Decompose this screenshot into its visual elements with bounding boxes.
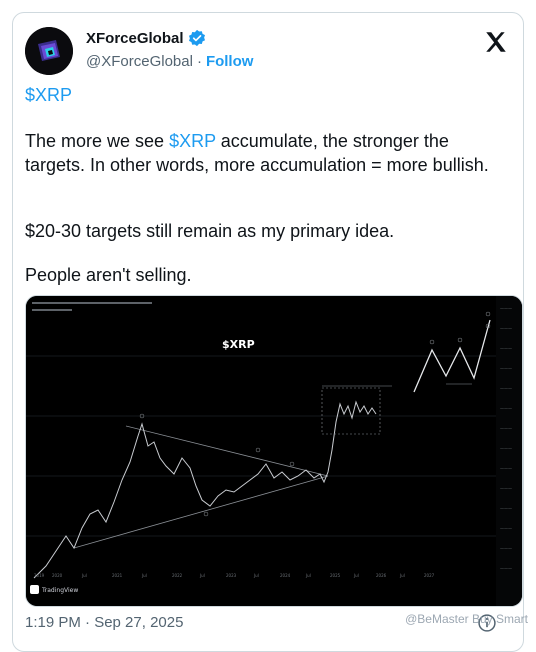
svg-text:2021: 2021 bbox=[112, 573, 123, 578]
chart-image[interactable]: ——— ——— ——— ——— ——— ——— ——— ——— ——— ——— ——— ——— … bbox=[25, 295, 523, 607]
svg-text:———: ——— bbox=[500, 506, 512, 511]
svg-text:Jul: Jul bbox=[141, 573, 147, 578]
post-paragraph-3: People aren't selling. bbox=[25, 265, 192, 285]
svg-text:———: ——— bbox=[500, 446, 512, 451]
svg-text:Jul: Jul bbox=[305, 573, 311, 578]
svg-text:———: ——— bbox=[500, 426, 512, 431]
tweet-header: XForceGlobal @XForceGlobal · Follow bbox=[25, 27, 515, 77]
post-paragraph-2: $20-30 targets still remain as my primar… bbox=[25, 221, 395, 241]
author-display-name[interactable]: XForceGlobal bbox=[86, 30, 184, 47]
svg-text:2020: 2020 bbox=[52, 573, 63, 578]
svg-text:———: ——— bbox=[500, 566, 512, 571]
cashtag-link[interactable]: $XRP bbox=[169, 131, 216, 151]
post-text-segment: The more we see bbox=[25, 131, 170, 151]
svg-text:———: ——— bbox=[500, 346, 512, 351]
tradingview-logo-icon: TradingView bbox=[30, 585, 78, 594]
svg-text:———: ——— bbox=[500, 546, 512, 551]
overlay-watermark: @BeMaster Buy Smart bbox=[405, 612, 528, 626]
svg-text:———: ——— bbox=[500, 466, 512, 471]
author-handle[interactable]: @XForceGlobal bbox=[86, 53, 193, 70]
svg-text:———: ——— bbox=[500, 526, 512, 531]
svg-text:Jul: Jul bbox=[353, 573, 359, 578]
post-cashtag-line: $XRP bbox=[25, 83, 511, 107]
svg-text:Jul: Jul bbox=[199, 573, 205, 578]
handle-separator: · bbox=[196, 53, 202, 70]
svg-text:2022: 2022 bbox=[172, 573, 183, 578]
post-timestamp[interactable]: 1:19 PM · Sep 27, 2025 bbox=[25, 614, 183, 631]
cashtag-link[interactable]: $XRP bbox=[25, 85, 72, 105]
svg-text:Jul: Jul bbox=[399, 573, 405, 578]
svg-text:2023: 2023 bbox=[226, 573, 237, 578]
svg-text:2025: 2025 bbox=[330, 573, 341, 578]
x-logo-icon[interactable] bbox=[483, 29, 509, 55]
verified-badge-icon bbox=[188, 29, 205, 47]
svg-text:———: ——— bbox=[500, 366, 512, 371]
xforce-logo-icon bbox=[25, 27, 73, 75]
svg-text:2024: 2024 bbox=[280, 573, 291, 578]
svg-text:TradingView: TradingView bbox=[41, 587, 78, 594]
svg-text:Jul: Jul bbox=[253, 573, 259, 578]
svg-text:———: ——— bbox=[500, 386, 512, 391]
avatar[interactable] bbox=[25, 27, 73, 75]
chart-overlay-title: $XRP bbox=[222, 338, 255, 351]
svg-text:2027: 2027 bbox=[424, 573, 435, 578]
xrp-chart-graphic: ————————— ————————— ————————— ————————— … bbox=[26, 296, 522, 606]
svg-text:———: ——— bbox=[500, 486, 512, 491]
svg-text:2019: 2019 bbox=[34, 573, 45, 578]
tweet-card: XForceGlobal @XForceGlobal · Follow $XRP… bbox=[12, 12, 524, 652]
svg-text:———: ——— bbox=[500, 406, 512, 411]
svg-text:———: ——— bbox=[500, 306, 512, 311]
svg-text:———: ——— bbox=[500, 326, 512, 331]
post-paragraph-1: The more we see $XRP accumulate, the str… bbox=[25, 129, 511, 177]
follow-button[interactable]: Follow bbox=[206, 53, 254, 70]
svg-text:2026: 2026 bbox=[376, 573, 387, 578]
svg-text:Jul: Jul bbox=[81, 573, 87, 578]
